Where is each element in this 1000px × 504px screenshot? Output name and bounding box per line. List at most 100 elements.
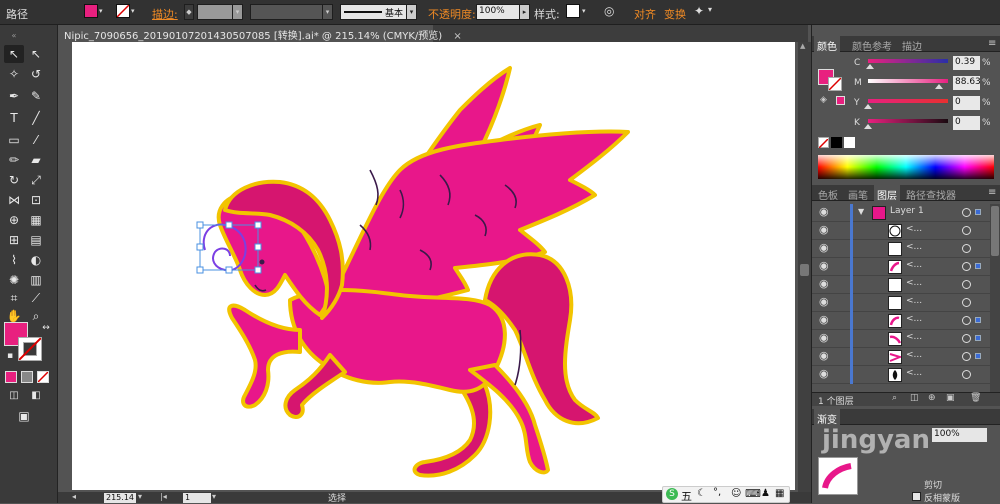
scrollbar-thumb[interactable] <box>991 206 999 256</box>
visibility-eye-icon[interactable]: ◉ <box>819 331 829 344</box>
opacity-input[interactable]: 100% ▸ <box>476 4 530 20</box>
sublayer-row[interactable]: ◉ <... <box>812 258 990 276</box>
selection-indicator[interactable] <box>975 209 981 215</box>
sublayer-row[interactable]: ◉ <... <box>812 330 990 348</box>
first-page-icon[interactable]: |◂ <box>160 492 167 501</box>
draw-mode-icon[interactable]: ◧ <box>26 387 46 405</box>
pegasus-artwork[interactable] <box>72 42 795 490</box>
white-swatch[interactable] <box>844 137 855 148</box>
pen-tool-icon[interactable]: ✒ <box>4 87 24 105</box>
line-tool-icon[interactable]: ╱ <box>26 109 46 127</box>
artboard-nav-icon[interactable]: ◂ <box>72 492 76 501</box>
target-circle-icon[interactable] <box>962 244 971 253</box>
ime-grid-icon[interactable]: ▦ <box>775 488 784 499</box>
ime-smile-icon[interactable]: ☺ <box>731 488 741 499</box>
zoom-input[interactable]: 215.14 <box>104 493 136 503</box>
color-spectrum[interactable] <box>818 155 994 179</box>
type-tool-icon[interactable]: T <box>4 109 24 127</box>
default-fill-stroke-icon[interactable]: ▪ <box>0 347 20 365</box>
close-tab-icon[interactable]: × <box>453 31 461 42</box>
selection-indicator[interactable] <box>975 335 981 341</box>
fill-swatch[interactable] <box>84 4 98 18</box>
sublayer-row[interactable]: ◉ <... <box>812 222 990 240</box>
magic-wand-tool-icon[interactable]: ✧ <box>4 65 24 83</box>
visibility-eye-icon[interactable]: ◉ <box>819 205 829 218</box>
none-color-swatch[interactable] <box>818 137 829 149</box>
sublayer-row[interactable]: ◉ <... <box>812 276 990 294</box>
perspective-grid-tool-icon[interactable]: ▦ <box>26 211 46 229</box>
layer-row[interactable]: ◉ ▼ Layer 1 <box>812 204 990 222</box>
sublayer-row[interactable]: ◉ <... <box>812 294 990 312</box>
zoom-dropdown-icon[interactable]: ▾ <box>138 492 142 501</box>
cyan-value[interactable]: 0.39 <box>953 56 980 70</box>
invert-mask-checkbox[interactable] <box>912 492 921 501</box>
ime-toolbar[interactable]: S 五 ☾ °, ☺ ⌨ ♟ ▦ <box>662 486 790 503</box>
pencil-tool-icon[interactable]: ✏ <box>4 151 24 169</box>
magenta-slider[interactable]: M 88.63 % <box>812 75 1000 93</box>
sublayer-name[interactable]: <... <box>906 242 922 252</box>
stroke-weight-stepper[interactable]: ◆ <box>184 4 194 20</box>
eyedropper-tool-icon[interactable]: ⌇ <box>4 251 24 269</box>
tab-color[interactable]: 颜色 <box>814 36 840 53</box>
stroke-swatch[interactable] <box>116 4 130 18</box>
yellow-value[interactable]: 0 <box>953 96 980 110</box>
layer-name[interactable]: Layer 1 <box>890 206 924 216</box>
tab-layers[interactable]: 图层 <box>874 185 900 202</box>
free-transform-tool-icon[interactable]: ⊡ <box>26 191 46 209</box>
stroke-dropdown-arrow-icon[interactable]: ▾ <box>131 7 135 15</box>
scrollbar-thumb[interactable] <box>800 264 809 276</box>
graphic-style-swatch[interactable] <box>566 4 580 18</box>
sublayer-name[interactable]: <... <box>906 314 922 324</box>
ime-user-icon[interactable]: ♟ <box>761 488 770 499</box>
delete-layer-icon[interactable]: 🗑 <box>970 393 981 403</box>
artboard-tool-icon[interactable]: ⌗ <box>4 289 24 307</box>
sublayer-name[interactable]: <... <box>906 278 922 288</box>
selection-indicator[interactable] <box>975 263 981 269</box>
ime-punctuation-icon[interactable]: °, <box>713 487 721 498</box>
tab-pathfinder[interactable]: 路径查找器 <box>906 187 956 202</box>
selection-indicator[interactable] <box>975 317 981 323</box>
document-tab[interactable]: Nipic_7090656_20190107201430507085 [转换].… <box>58 25 462 42</box>
curvature-tool-icon[interactable]: ✎ <box>26 87 46 105</box>
cyan-slider[interactable]: C 0.39 % <box>812 55 1000 73</box>
black-slider[interactable]: K 0 % <box>812 115 1000 133</box>
panel-menu-icon[interactable]: ▾ <box>708 5 712 14</box>
selection-indicator[interactable] <box>975 353 981 359</box>
target-circle-icon[interactable] <box>962 226 971 235</box>
eraser-tool-icon[interactable]: ▰ <box>26 151 46 169</box>
drawing-modes-icon[interactable]: ◫ <box>4 387 24 405</box>
scale-tool-icon[interactable]: ⤢ <box>26 171 46 189</box>
target-circle-icon[interactable] <box>962 298 971 307</box>
sublayer-row[interactable]: ◉ <... <box>812 348 990 366</box>
new-layer-icon[interactable]: ▣ <box>946 393 955 403</box>
recolor-artwork-icon[interactable]: ◎ <box>604 4 614 18</box>
collapse-toolbox-icon[interactable]: « <box>4 27 24 45</box>
ime-mode-label[interactable]: 五 <box>681 488 692 504</box>
screen-mode-icon[interactable]: ▣ <box>14 407 34 425</box>
visibility-eye-icon[interactable]: ◉ <box>819 223 829 236</box>
visibility-eye-icon[interactable]: ◉ <box>819 259 829 272</box>
target-circle-icon[interactable] <box>962 352 971 361</box>
sublayer-name[interactable]: <... <box>906 350 922 360</box>
gradient-mode-button[interactable] <box>21 371 33 383</box>
lasso-tool-icon[interactable]: ↺ <box>26 65 46 83</box>
rectangle-tool-icon[interactable]: ▭ <box>4 131 24 149</box>
transparency-thumbnail[interactable] <box>818 457 858 495</box>
ime-moon-icon[interactable]: ☾ <box>697 488 706 499</box>
visibility-eye-icon[interactable]: ◉ <box>819 349 829 362</box>
expand-arrow-icon[interactable]: ▼ <box>858 207 864 216</box>
magenta-value[interactable]: 88.63 <box>953 76 981 90</box>
target-circle-icon[interactable] <box>962 334 971 343</box>
width-tool-icon[interactable]: ⋈ <box>4 191 24 209</box>
target-circle-icon[interactable] <box>962 316 971 325</box>
align-link[interactable]: 对齐 <box>634 6 656 22</box>
invert-mask-label[interactable]: 反相蒙版 <box>924 491 960 504</box>
sublayer-name[interactable]: <... <box>906 332 922 342</box>
opacity-label[interactable]: 不透明度: <box>428 6 476 22</box>
ime-keyboard-icon[interactable]: ⌨ <box>745 487 761 500</box>
vertical-scrollbar[interactable]: ▲ <box>798 42 811 492</box>
target-circle-icon[interactable] <box>962 208 971 217</box>
gradient-tool-icon[interactable]: ▤ <box>26 231 46 249</box>
style-dropdown-arrow-icon[interactable]: ▾ <box>582 7 586 15</box>
slice-tool-icon[interactable]: ⟋ <box>26 289 46 307</box>
